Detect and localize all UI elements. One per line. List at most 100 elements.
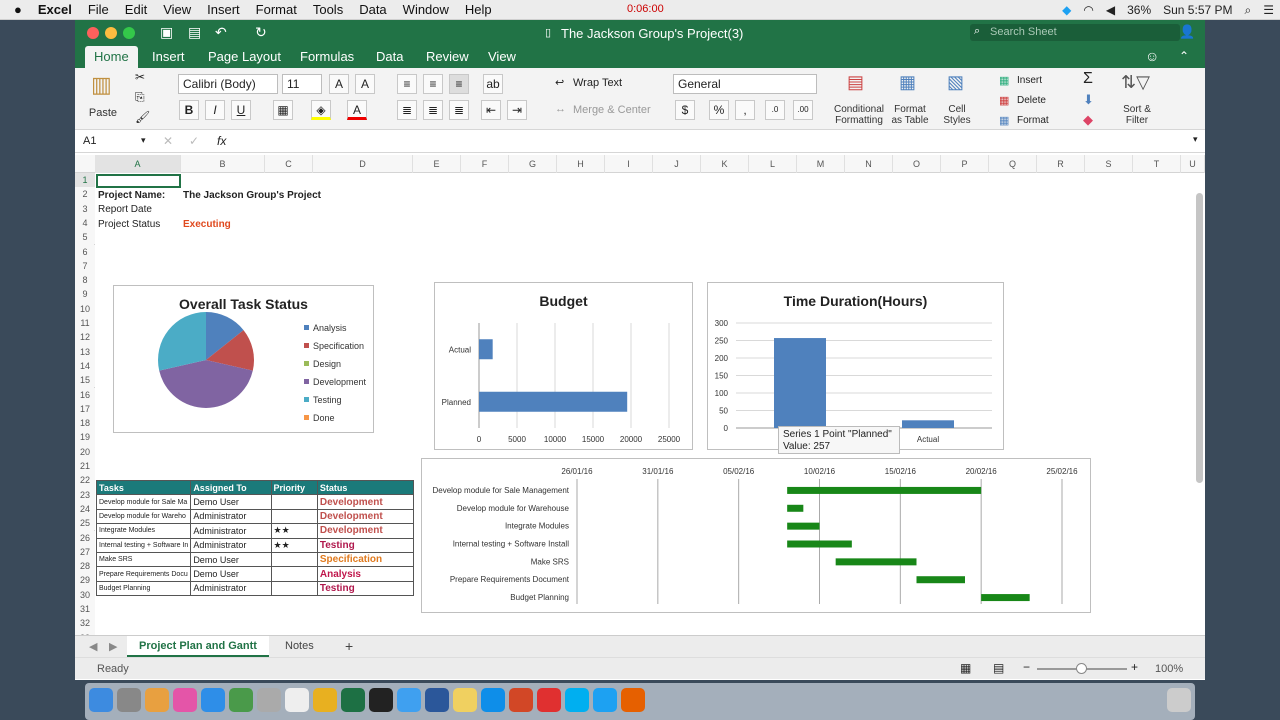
task-name[interactable]: Internal testing + Software In xyxy=(95,537,192,553)
col-header-l[interactable]: L xyxy=(749,155,797,173)
apple-icon[interactable]: ● xyxy=(14,2,22,17)
volume-icon[interactable]: ◀ xyxy=(1106,3,1115,17)
excel-tool-icon[interactable] xyxy=(229,688,253,712)
percent-style-button[interactable]: % xyxy=(709,100,729,120)
row-header[interactable]: 3 xyxy=(75,201,95,216)
col-header-h[interactable]: H xyxy=(557,155,605,173)
spotlight-icon[interactable]: ⌕ xyxy=(1245,3,1252,18)
itunes-icon[interactable] xyxy=(173,688,197,712)
increase-font-size-button[interactable]: A xyxy=(329,74,349,94)
task-name[interactable]: Integrate Modules xyxy=(95,523,192,539)
menu-view[interactable]: View xyxy=(163,2,191,17)
app-store-icon[interactable] xyxy=(201,688,225,712)
close-button[interactable] xyxy=(87,27,99,39)
col-header-q[interactable]: Q xyxy=(989,155,1037,173)
increase-decimal-button[interactable]: .0 xyxy=(765,100,785,120)
wrap-text-button[interactable]: Wrap Text xyxy=(573,77,622,89)
comma-style-button[interactable]: , xyxy=(735,100,755,120)
task-status[interactable]: Development xyxy=(316,508,415,525)
zoom-in-icon[interactable]: + xyxy=(1131,660,1138,674)
row-header[interactable]: 17 xyxy=(75,401,95,417)
row-header[interactable]: 21 xyxy=(75,459,95,474)
task-assignee[interactable]: Demo User xyxy=(190,494,272,510)
format-painter-icon[interactable]: 🖌 xyxy=(135,110,150,124)
task-assignee[interactable]: Administrator xyxy=(190,523,272,539)
chrome-icon[interactable] xyxy=(313,688,337,712)
normal-view-icon[interactable]: ▦ xyxy=(960,661,971,675)
orientation-button[interactable]: ab xyxy=(483,74,503,94)
save-icon[interactable]: ▤ xyxy=(188,24,201,41)
task-status-pie-chart[interactable]: Overall Task Status Analysis Specificatio… xyxy=(113,285,374,433)
row-header[interactable]: 22 xyxy=(75,473,95,488)
row-header[interactable]: 32 xyxy=(75,616,95,631)
table-row[interactable]: Develop module for Sale Ma Demo User Dev… xyxy=(95,494,415,510)
task-name[interactable]: Budget Planning xyxy=(95,580,192,597)
task-priority[interactable]: ★★ xyxy=(270,523,318,539)
safari-icon[interactable] xyxy=(257,688,281,712)
skype-icon[interactable] xyxy=(565,688,589,712)
row-header[interactable]: 5 xyxy=(75,230,95,245)
underline-button[interactable]: U xyxy=(231,100,251,120)
col-header-t[interactable]: T xyxy=(1133,155,1181,173)
sheet-tab-notes[interactable]: Notes xyxy=(285,636,314,657)
task-assignee[interactable]: Demo User xyxy=(190,551,272,568)
clock[interactable]: Sun 5:57 PM xyxy=(1163,3,1232,17)
zoom-out-icon[interactable]: − xyxy=(1023,660,1030,674)
row-header[interactable]: 10 xyxy=(75,301,95,316)
vertical-scrollbar[interactable] xyxy=(1196,193,1203,483)
tab-formulas[interactable]: Formulas xyxy=(291,46,363,68)
fx-icon[interactable]: fx xyxy=(217,134,226,148)
format-as-table-button[interactable]: ▦ Format as Table xyxy=(887,72,933,128)
menu-edit[interactable]: Edit xyxy=(125,2,147,17)
trash-icon[interactable] xyxy=(1167,688,1191,712)
terminal-icon[interactable] xyxy=(369,688,393,712)
word-icon[interactable] xyxy=(425,688,449,712)
increase-indent-button[interactable]: ⇥ xyxy=(507,100,527,120)
task-header-status[interactable]: Status xyxy=(316,479,415,496)
undo-icon[interactable]: ↶ xyxy=(215,24,227,41)
col-header-j[interactable]: J xyxy=(653,155,701,173)
col-header-i[interactable]: I xyxy=(605,155,653,173)
align-bottom-button[interactable]: ≡ xyxy=(449,74,469,94)
col-header-f[interactable]: F xyxy=(461,155,509,173)
menu-format[interactable]: Format xyxy=(256,2,297,17)
name-box-dropdown-icon[interactable]: ▾ xyxy=(141,135,146,146)
menu-insert[interactable]: Insert xyxy=(207,2,240,17)
row-header[interactable]: 11 xyxy=(75,316,95,331)
number-format-select[interactable]: General xyxy=(673,74,817,94)
decrease-decimal-button[interactable]: .00 xyxy=(793,100,813,120)
menu-app-name[interactable]: Excel xyxy=(38,2,72,17)
conditional-formatting-button[interactable]: ▤ Conditional Formatting xyxy=(829,72,889,128)
task-assignee[interactable]: Administrator xyxy=(190,580,272,597)
teamviewer-icon[interactable] xyxy=(481,688,505,712)
tab-data[interactable]: Data xyxy=(367,46,412,68)
minimize-button[interactable] xyxy=(105,27,117,39)
budget-bar-chart[interactable]: Budget 0 5000 10000 15000 20000 25000 Planned A… xyxy=(434,282,693,450)
col-header-d[interactable]: D xyxy=(313,155,413,173)
notification-center-icon[interactable]: ☰ xyxy=(1263,3,1274,17)
expand-formula-icon[interactable]: ▾ xyxy=(1193,134,1198,145)
borders-button[interactable]: ▦ xyxy=(273,100,293,120)
task-priority[interactable] xyxy=(270,566,318,582)
row-header[interactable]: 26 xyxy=(75,530,95,545)
task-name[interactable]: Develop module for Wareho xyxy=(95,508,192,525)
row-header[interactable]: 2 xyxy=(75,187,95,202)
row-header[interactable]: 29 xyxy=(75,573,95,588)
format-cells-button[interactable]: Format xyxy=(1017,115,1049,126)
zoom-slider-knob[interactable] xyxy=(1076,663,1087,674)
col-header-n[interactable]: N xyxy=(845,155,893,173)
align-top-button[interactable]: ≡ xyxy=(397,74,417,94)
bold-button[interactable]: B xyxy=(179,100,199,120)
col-header-g[interactable]: G xyxy=(509,155,557,173)
document-icon[interactable] xyxy=(285,688,309,712)
sheet-tab-project-plan[interactable]: Project Plan and Gantt xyxy=(127,636,269,657)
task-priority[interactable]: ★★ xyxy=(270,537,318,553)
paste-button[interactable]: ▥ Paste xyxy=(85,72,121,120)
fill-icon[interactable]: ⬇ xyxy=(1083,92,1094,108)
sort-filter-button[interactable]: ⇅▽ Sort & Filter xyxy=(1115,72,1159,128)
table-row[interactable]: Budget Planning Administrator Testing xyxy=(95,580,415,597)
row-header[interactable]: 7 xyxy=(75,258,95,274)
name-box[interactable]: A1 xyxy=(83,135,96,147)
row-header[interactable]: 6 xyxy=(75,244,95,259)
row-header[interactable]: 1 xyxy=(75,173,95,188)
